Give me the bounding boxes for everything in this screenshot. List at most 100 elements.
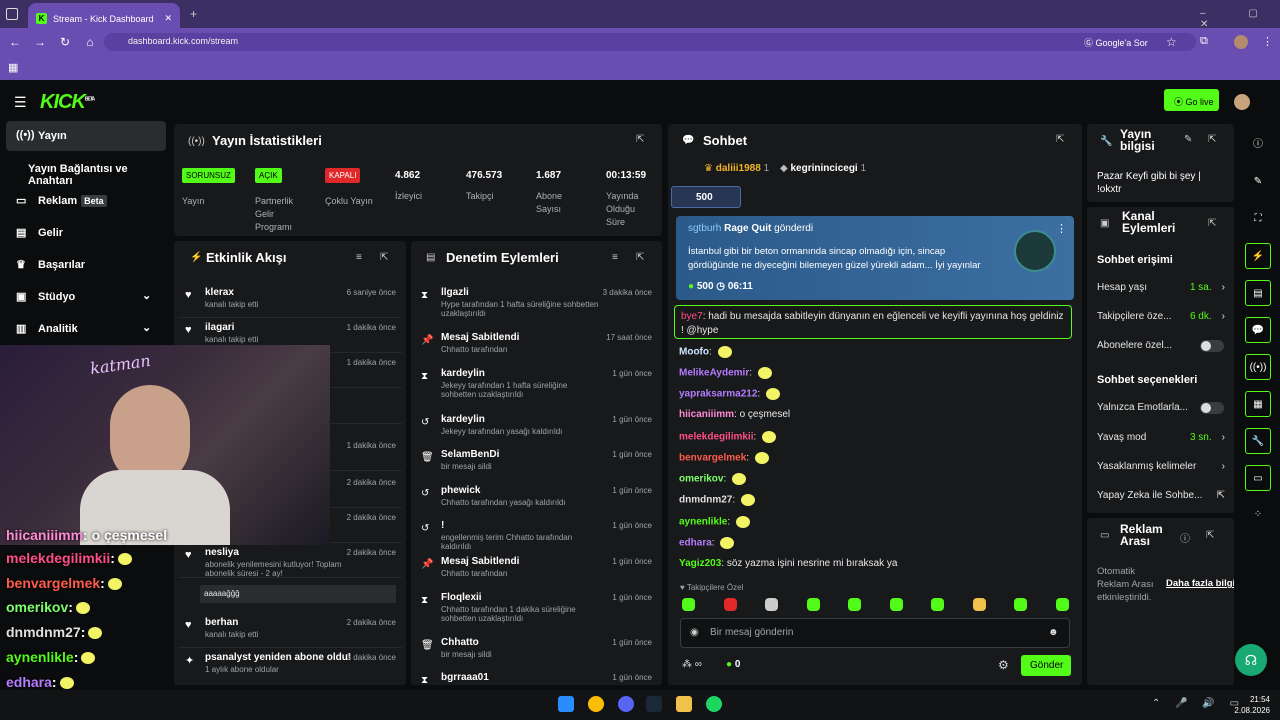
people-icon[interactable]: ⁂ ∞ (682, 659, 702, 670)
chat-username[interactable]: dnmdnm27 (679, 495, 732, 506)
emotes-only-toggle[interactable] (1200, 402, 1224, 414)
account-age-row[interactable]: Hesap yaşı 1 sa. › (1097, 282, 1225, 293)
quick-emote-icon[interactable] (765, 598, 778, 611)
go-live-button[interactable]: ⦿ Go live (1164, 89, 1219, 111)
spotify-icon[interactable] (706, 696, 722, 712)
chat-message[interactable]: benvargelmek: (679, 452, 1069, 464)
expand-icon[interactable]: ⇱ (1056, 134, 1064, 145)
chat-settings-gear-icon[interactable]: ⚙ (998, 658, 1009, 672)
chrome-icon[interactable] (588, 696, 604, 712)
quick-emote-icon[interactable] (889, 598, 903, 611)
goal-chip[interactable]: 500 (671, 186, 741, 208)
sidebar-item-yayin[interactable]: ((•)) Yayın (6, 121, 166, 151)
sidebar-item-basarilar[interactable]: ♛ Başarılar (6, 250, 166, 280)
highlighted-message[interactable]: bye7: hadi bu mesajda sabitleyin dünyanı… (674, 305, 1072, 339)
chat-username[interactable]: Moofo (679, 347, 709, 358)
points-counter[interactable]: ● 0 (726, 659, 740, 670)
hamburger-menu-icon[interactable]: ☰ (14, 94, 27, 111)
chat-username[interactable]: benvargelmek (679, 453, 746, 464)
emote-picker-icon[interactable]: ☻ (1048, 627, 1059, 638)
slow-mode-row[interactable]: Yavaş mod 3 sn. › (1097, 432, 1225, 443)
chat-message[interactable]: MelikeAydemir: (679, 367, 1069, 379)
google-ask-button[interactable]: Ⓖ Google'a Sor (1084, 36, 1148, 49)
emoji-toggle-icon[interactable]: ◉ (690, 627, 699, 638)
chat-username[interactable]: aynenlikle (679, 517, 727, 528)
chat-username[interactable]: edhara (679, 538, 712, 549)
chat-username[interactable]: MelikeAydemir (679, 368, 749, 379)
quick-emote-icon[interactable] (806, 598, 820, 611)
chat-username[interactable]: Yagiz203 (679, 558, 721, 569)
chat-message[interactable]: edhara: (679, 537, 1069, 549)
sidebar-item-gelir[interactable]: ▤ Gelir (6, 218, 166, 248)
chat-username[interactable]: melekdegilimkii (679, 432, 753, 443)
kick-logo[interactable]: KICKBETA (40, 91, 95, 114)
user-avatar[interactable] (1234, 94, 1250, 110)
dots-icon[interactable]: ⁘ (1245, 502, 1271, 528)
support-headset-icon[interactable]: ☊ (1235, 644, 1267, 676)
chat-username[interactable]: yapraksarma212 (679, 389, 757, 400)
profile-avatar[interactable] (1234, 35, 1248, 49)
system-tray-icons[interactable]: ⌃ 🎤 🔊 ▭ (1152, 698, 1245, 709)
expand-icon[interactable]: ⇱ (1208, 134, 1216, 145)
quick-emote-icon[interactable] (1055, 598, 1069, 611)
sidebar-item-analitik[interactable]: ▥ Analitik ⌄ (6, 314, 166, 344)
document-icon[interactable]: ▤ (1245, 280, 1271, 306)
banned-words-row[interactable]: Yasaklanmış kelimeler › (1097, 461, 1225, 472)
wrench-icon[interactable]: 🔧 (1245, 428, 1271, 454)
chat-message[interactable]: dnmdnm27: (679, 494, 1069, 506)
window-controls[interactable]: – ▢ ✕ (1200, 8, 1280, 30)
close-tab-icon[interactable]: ✕ (164, 13, 172, 24)
quick-emote-icon[interactable] (972, 598, 986, 611)
chat-message[interactable]: yapraksarma212: (679, 388, 1069, 400)
windows-start-icon[interactable] (558, 696, 574, 712)
quick-emote-icon[interactable] (1014, 598, 1027, 611)
home-icon[interactable]: ⌂ (80, 32, 100, 52)
forward-icon[interactable]: → (30, 32, 50, 52)
apps-grid-icon[interactable]: ▦ (8, 61, 18, 74)
quick-emote-icon[interactable] (848, 598, 861, 611)
quick-emote-icon[interactable] (931, 598, 944, 611)
discord-icon[interactable] (618, 696, 634, 712)
send-button[interactable]: Gönder (1021, 655, 1071, 676)
tab-search-button[interactable] (6, 8, 18, 20)
expand-icon[interactable]: ⇱ (1206, 530, 1214, 541)
ai-chat-row[interactable]: Yapay Zeka ile Sohbe... ⇱ (1097, 490, 1225, 501)
info-icon[interactable]: ⓘ (1245, 132, 1271, 158)
filter-icon[interactable]: ≡ (612, 252, 618, 263)
expand-icon[interactable]: ⇱ (380, 252, 388, 263)
chat-message[interactable]: omerikov: (679, 473, 1069, 485)
layers-icon[interactable]: ▦ (1245, 391, 1271, 417)
browser-tab[interactable]: K Stream - Kick Dashboard ✕ (28, 3, 180, 28)
quick-emote-icon[interactable] (723, 598, 737, 611)
bolt-icon[interactable]: ⚡ (1245, 243, 1271, 269)
back-icon[interactable]: ← (5, 32, 25, 52)
more-options-icon[interactable]: ⋮ (1056, 222, 1067, 235)
bookmark-star-icon[interactable]: ☆ (1166, 35, 1177, 49)
chat-message[interactable]: hiicaniiimm: o çeşmesel (679, 409, 1069, 420)
learn-more-link[interactable]: Daha fazla bilgi (1166, 578, 1234, 589)
screen-icon[interactable]: ⛶ (1245, 206, 1271, 232)
chat-icon[interactable]: 💬 (1245, 317, 1271, 343)
edit-pencil-icon[interactable]: ✎ (1184, 134, 1192, 145)
chat-username[interactable]: omerikov (679, 474, 723, 485)
chat-message[interactable]: melekdegilimkii: (679, 431, 1069, 443)
broadcast-icon[interactable]: ((•)) (1245, 354, 1271, 380)
info-icon[interactable]: ⓘ (1180, 530, 1190, 545)
subs-only-toggle[interactable] (1200, 340, 1224, 352)
sidebar-item-reklam[interactable]: ▭ Reklam Beta (6, 186, 166, 216)
chat-message[interactable]: Moofo: (679, 346, 1069, 358)
browser-menu-icon[interactable]: ⋮ (1262, 35, 1273, 48)
followers-only-row[interactable]: Takipçilere öze... 6 dk. › (1097, 311, 1225, 322)
reload-icon[interactable]: ↻ (55, 32, 75, 52)
top-gifter-1[interactable]: ♛ daliii1988 1 (704, 163, 769, 174)
expand-icon[interactable]: ⇱ (1208, 218, 1216, 229)
panel-icon[interactable]: ▭ (1245, 465, 1271, 491)
pencil-icon[interactable]: ✎ (1245, 169, 1271, 195)
new-tab-button[interactable]: + (190, 7, 197, 21)
filter-icon[interactable]: ≡ (356, 252, 362, 263)
chat-message[interactable]: aynenlikle: (679, 516, 1069, 528)
chat-message[interactable]: Yagiz203: söz yazma işini nesrine mi bır… (679, 558, 1069, 569)
quick-emote-icon[interactable] (682, 598, 695, 611)
sidebar-item-studyo[interactable]: ▣ Stüdyo ⌄ (6, 282, 166, 312)
sidebar-item-stream-key[interactable]: Yayın Bağlantısı ve Anahtarı (6, 154, 166, 187)
